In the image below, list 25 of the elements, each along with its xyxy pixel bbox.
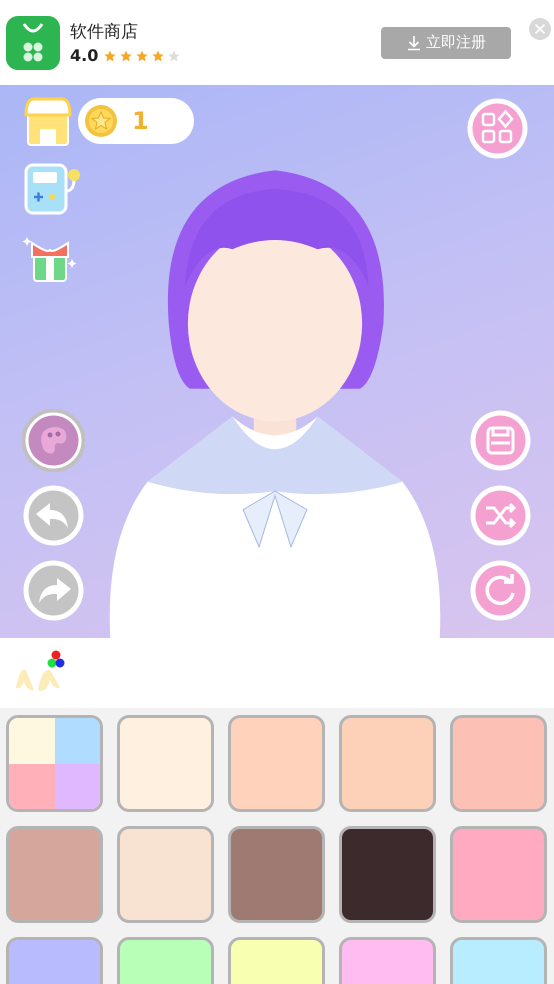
undo-button[interactable] <box>22 484 85 547</box>
color-swatch[interactable] <box>117 826 214 923</box>
reset-button[interactable] <box>469 559 532 622</box>
coin-count: 1 <box>132 107 149 135</box>
color-swatch[interactable] <box>228 826 325 923</box>
color-swatch[interactable] <box>6 826 103 923</box>
color-swatch[interactable] <box>450 715 547 812</box>
color-swatch[interactable] <box>339 715 436 812</box>
save-button[interactable] <box>469 409 532 472</box>
app-name: 软件商店 <box>70 21 139 43</box>
close-icon[interactable] <box>529 18 551 40</box>
color-swatch[interactable] <box>6 715 103 812</box>
palette-button[interactable] <box>22 409 85 472</box>
app-store-icon[interactable] <box>6 16 60 70</box>
shuffle-button[interactable] <box>469 484 532 547</box>
register-button[interactable]: 立即注册 <box>381 26 511 58</box>
color-swatch[interactable] <box>339 826 436 923</box>
color-swatch[interactable] <box>228 715 325 812</box>
redo-button[interactable] <box>22 559 85 622</box>
rating-value: 4.0 <box>70 46 98 65</box>
color-swatch[interactable] <box>117 715 214 812</box>
star-coin-icon <box>84 104 118 138</box>
shop-icon[interactable] <box>22 95 74 147</box>
download-icon <box>406 34 422 50</box>
color-swatch[interactable] <box>450 826 547 923</box>
